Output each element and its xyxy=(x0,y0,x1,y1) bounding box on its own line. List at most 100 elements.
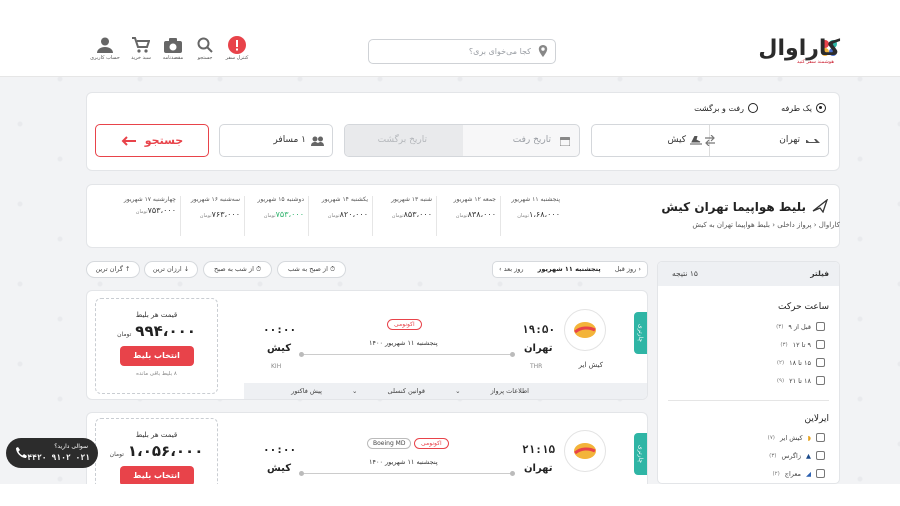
airline-filter-kish-air[interactable]: ◗ کیش ایر (۷) xyxy=(768,433,825,442)
sort-most-expensive[interactable]: ↑ گران ترین xyxy=(86,261,140,278)
search-submit-button[interactable]: جستجو xyxy=(95,124,209,157)
one-way-radio[interactable]: یک طرفه xyxy=(781,103,826,113)
filter-option-label: زاگرس xyxy=(781,451,801,460)
day-price-1[interactable]: جمعه ۱۲ شهریور ۸۳۸،۰۰۰تومان xyxy=(436,196,500,236)
route-line xyxy=(299,471,515,476)
calendar-icon xyxy=(560,137,570,146)
support-widget[interactable]: سوالی دارید؟ ۰۲۱ ۹۱۰۲ ۴۴۲۰ xyxy=(6,438,98,468)
day-price-2[interactable]: شنبه ۱۳ شهریور ۸۵۳،۰۰۰تومان xyxy=(372,196,436,236)
account-button[interactable]: حساب کاربری xyxy=(88,35,122,61)
sort-label: از شب به صبح xyxy=(213,265,254,273)
search-label: جستجو xyxy=(197,55,213,61)
time-filter-9-12[interactable]: ۹ تا ۱۲ (۳) xyxy=(780,340,825,349)
day-price-4-selected[interactable]: دوشنبه ۱۵ شهریور ۷۵۳،۰۰۰تومان xyxy=(244,196,308,236)
charter-tag: چارتری xyxy=(634,433,647,475)
filter-option-label: ۹ تا ۱۲ xyxy=(792,340,811,349)
search-button-label: جستجو xyxy=(144,134,184,147)
result-count: ۱۵ نتیجه xyxy=(672,269,698,278)
day-price-value: ۱،۶۸،۰۰۰ xyxy=(529,210,560,219)
cancellation-rules-link[interactable]: قوانین کنسلی ⌄ xyxy=(352,387,425,395)
airline-filter-zagros[interactable]: ▲ زاگرس (۳) xyxy=(769,451,825,460)
airline-name: کیش ایر xyxy=(578,361,603,369)
day-date: شنبه ۱۳ شهریور xyxy=(391,196,432,203)
filter-option-label: ۱۸ تا ۲۱ xyxy=(789,376,811,385)
breadcrumb-domestic[interactable]: پرواز داخلی xyxy=(777,221,811,229)
day-price-value: ۷۶۳،۰۰۰ xyxy=(211,210,240,219)
arrow-down-icon: ↓ xyxy=(183,265,190,273)
day-price-unit: تومان xyxy=(327,213,340,219)
price-label: قیمت هر بلیط xyxy=(135,311,178,319)
checkbox-icon xyxy=(816,322,825,331)
support-phone: ۰۲۱ ۹۱۰۲ ۴۴۲۰ xyxy=(27,453,90,462)
day-price-5[interactable]: سه‌شنبه ۱۶ شهریور ۷۶۳،۰۰۰تومان xyxy=(180,196,244,236)
kish-air-logo-icon xyxy=(574,443,596,459)
time-filter-18-21[interactable]: ۱۸ تا ۲۱ (۹) xyxy=(777,376,825,385)
airline-filter-meraj[interactable]: ◢ معراج (۲) xyxy=(773,469,825,478)
cart-button[interactable]: سبد خرید xyxy=(124,35,158,61)
checkbox-icon xyxy=(816,340,825,349)
breadcrumb-sep-icon: ‹ xyxy=(769,221,775,229)
aircraft-badge: Boeing MD xyxy=(367,438,412,449)
arrow-up-icon: ↑ xyxy=(125,265,131,273)
one-way-label: یک طرفه xyxy=(781,103,812,113)
filter-option-count: (۳) xyxy=(769,452,777,459)
time-filter-before-9[interactable]: قبل از ۹ (۳) xyxy=(776,322,825,331)
select-ticket-button[interactable]: انتخاب بلیط xyxy=(119,346,194,366)
price-box: قیمت هر بلیط ۱،۰۵۶،۰۰۰ تومان انتخاب بلیط xyxy=(95,418,218,484)
checkbox-icon xyxy=(816,433,825,442)
day-price-value: ۸۲۰،۰۰۰ xyxy=(339,210,368,219)
kish-air-logo-icon xyxy=(574,322,596,338)
date-field: تاریخ رفت تاریخ برگشت xyxy=(344,124,580,157)
header-icon-bar: کنترل سفر جستجو مقصدنامه سبد خرید حساب ک… xyxy=(86,35,256,67)
flight-info-link[interactable]: اطلاعات پرواز ⌄ xyxy=(455,387,529,395)
charter-tag: چارتری xyxy=(634,312,647,354)
day-navigator: ‹ روز قبل پنجشنبه ۱۱ شهریور روز بعد › xyxy=(492,261,648,278)
passenger-field[interactable]: ۱ مسافر xyxy=(219,124,333,157)
origin-field[interactable]: تهران xyxy=(779,125,800,156)
checkbox-icon xyxy=(816,451,825,460)
day-price-6[interactable]: چهارشنبه ۱۷ شهریور ۷۵۳،۰۰۰تومان xyxy=(112,196,180,236)
return-date-input[interactable]: تاریخ برگشت xyxy=(378,125,427,156)
seats-remaining: ۸ بلیط باقی مانده xyxy=(136,371,177,377)
sort-cheapest[interactable]: ↓ ارزان ترین xyxy=(144,261,198,278)
meraj-logo-icon: ◢ xyxy=(806,469,811,478)
time-filter-15-18[interactable]: ۱۵ تا ۱۸ (۲) xyxy=(777,358,825,367)
price-box: قیمت هر بلیط ۹۹۴،۰۰۰ تومان انتخاب بلیط ۸ … xyxy=(95,298,218,394)
page-title: بلیط هواپیما تهران کیش xyxy=(661,200,806,214)
filter-option-count: (۳) xyxy=(776,323,784,330)
search-button-header[interactable]: جستجو xyxy=(188,35,222,61)
footer-link-label: اطلاعات پرواز xyxy=(490,387,529,395)
depart-date-input[interactable]: تاریخ رفت xyxy=(513,125,551,156)
day-date: چهارشنبه ۱۷ شهریور xyxy=(123,196,176,203)
passengers-icon xyxy=(311,136,324,146)
trip-control-label: کنترل سفر xyxy=(225,55,249,61)
next-day-label: روز بعد xyxy=(503,265,524,273)
select-ticket-button[interactable]: انتخاب بلیط xyxy=(119,466,194,484)
round-trip-radio[interactable]: رفت و برگشت xyxy=(694,103,758,113)
phone-icon xyxy=(16,447,27,458)
header-search-input[interactable]: کجا می‌خوای بری؟ xyxy=(368,39,556,64)
stopwatch-icon: ⏱ xyxy=(329,265,336,273)
prev-day-button[interactable]: ‹ روز قبل xyxy=(615,262,641,277)
swap-icon[interactable] xyxy=(704,135,716,146)
route-field: تهران کیش xyxy=(591,124,829,157)
destination-field[interactable]: کیش xyxy=(668,125,686,156)
kish-air-logo-icon: ◗ xyxy=(807,433,811,442)
sort-morning-to-night[interactable]: ⏱ از صبح به شب xyxy=(277,261,346,278)
trip-control-button[interactable]: کنترل سفر xyxy=(220,35,254,61)
arrival-code: KIH xyxy=(271,363,282,370)
destinations-button[interactable]: مقصدنامه xyxy=(156,35,190,61)
day-price-0[interactable]: پنجشنبه ۱۱ شهریور ۱،۶۸،۰۰۰تومان xyxy=(500,196,564,236)
breadcrumb-home[interactable]: کاراوال xyxy=(819,221,840,229)
class-badge: اکونومی xyxy=(414,438,449,449)
day-date: پنجشنبه ۱۱ شهریور xyxy=(511,196,560,203)
sort-night-to-morning[interactable]: ⏱ از شب به صبح xyxy=(203,261,272,278)
next-day-button[interactable]: روز بعد › xyxy=(499,262,524,277)
camera-icon xyxy=(164,37,182,53)
site-logo[interactable]: کاراوال xyxy=(758,36,840,61)
search-icon xyxy=(197,37,213,53)
day-price-unit: تومان xyxy=(199,213,212,219)
breadcrumb-current: بلیط هواپیما تهران به کیش xyxy=(692,221,770,229)
day-price-3[interactable]: یکشنبه ۱۴ شهریور ۸۲۰،۰۰۰تومان xyxy=(308,196,372,236)
arrival-city: کیش xyxy=(267,343,292,354)
